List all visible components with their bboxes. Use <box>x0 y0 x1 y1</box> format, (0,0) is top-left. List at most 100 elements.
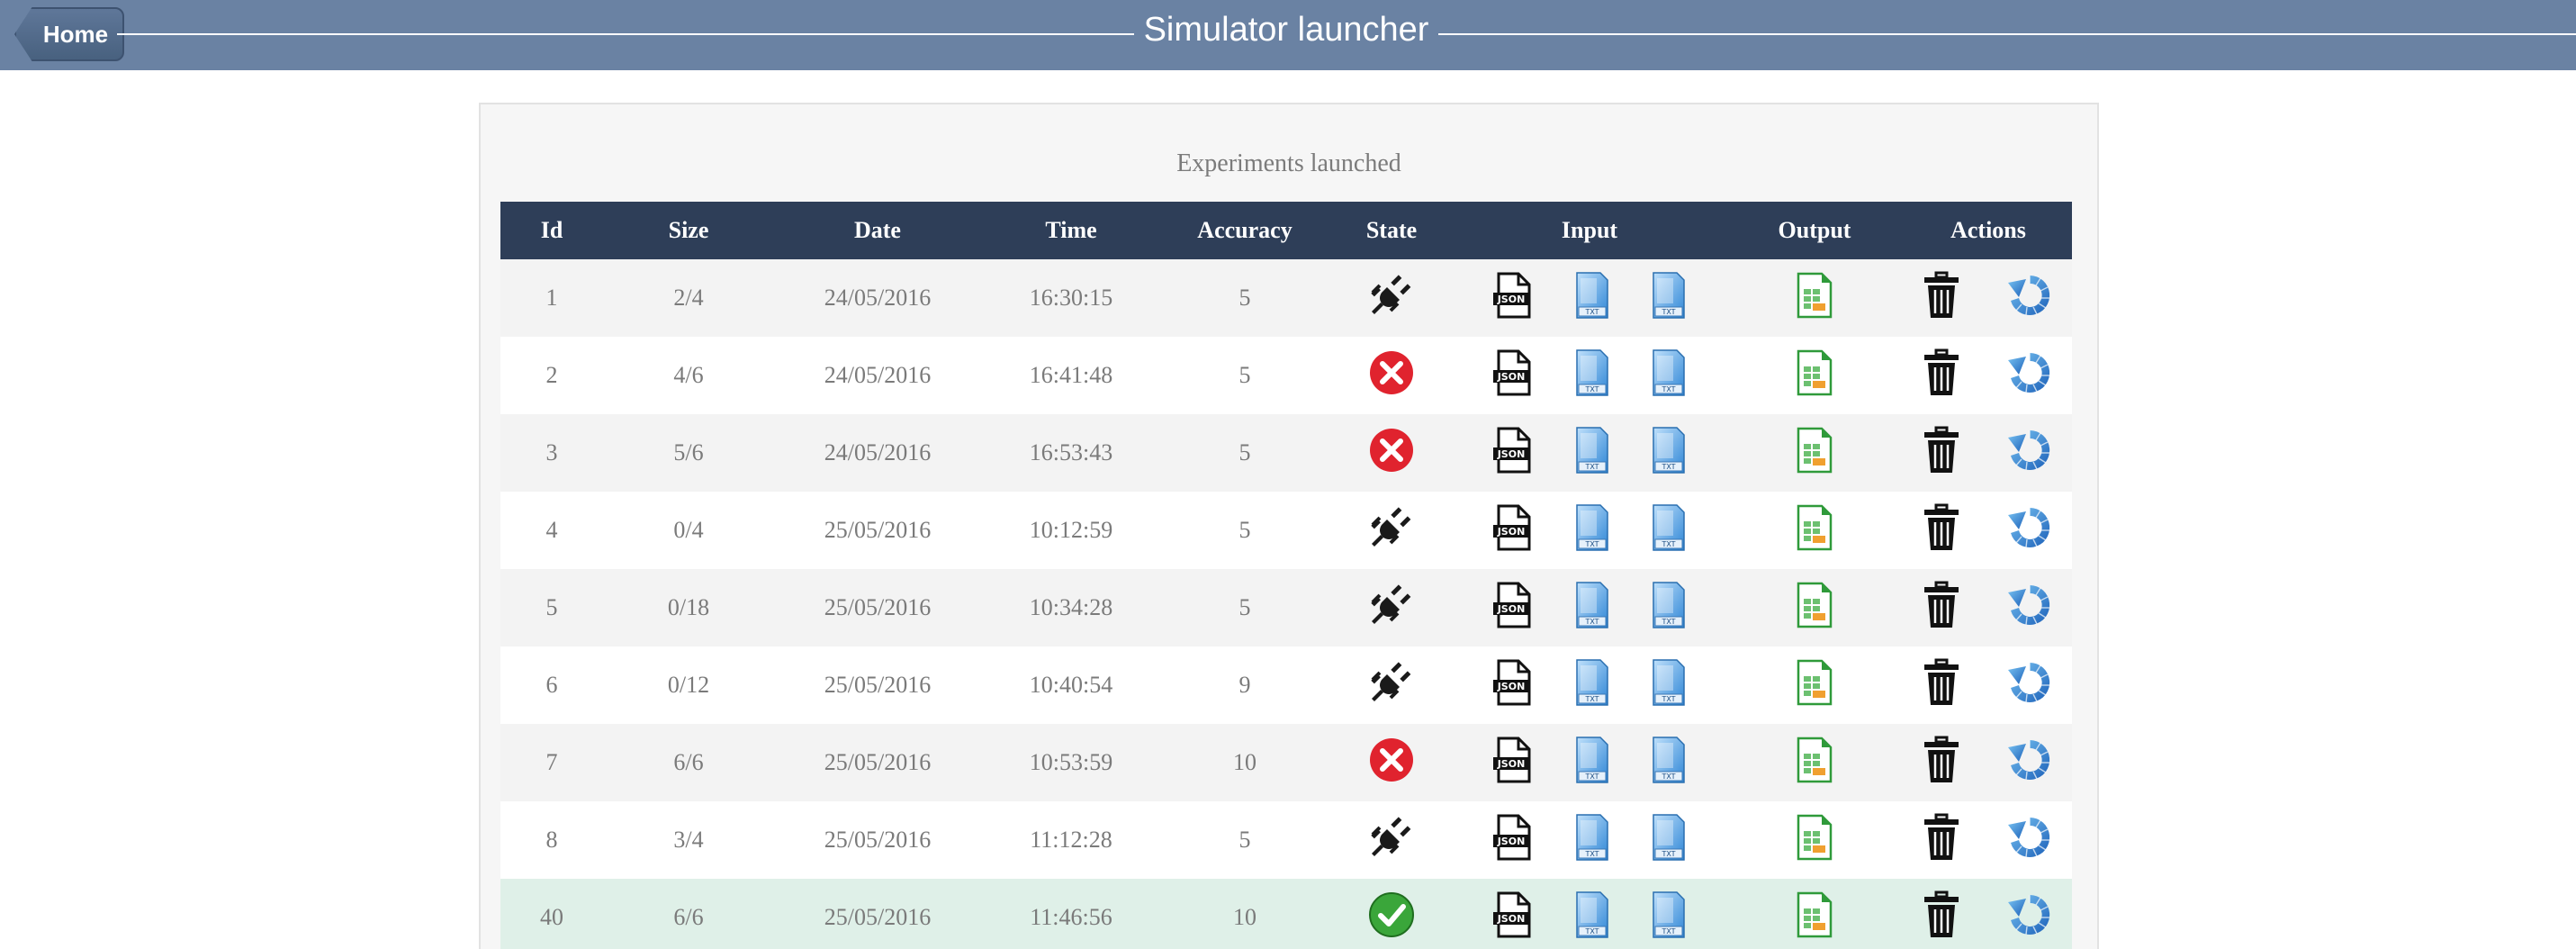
svg-text:TXT: TXT <box>1584 463 1599 471</box>
svg-text:TXT: TXT <box>1661 850 1675 858</box>
txt-file-icon[interactable]: TXT <box>1573 271 1611 326</box>
cell-state <box>1329 646 1455 724</box>
json-file-icon[interactable]: JSON <box>1491 271 1535 326</box>
txt-file-icon[interactable]: TXT <box>1650 348 1688 403</box>
refresh-icon[interactable] <box>2004 425 2055 482</box>
txt-file-icon[interactable]: TXT <box>1573 813 1611 868</box>
table-row: 40 6/6 25/05/2016 11:46:56 10 JSON TXT TXT <box>500 879 2072 949</box>
cell-output <box>1725 414 1905 492</box>
spreadsheet-icon[interactable] <box>1795 581 1834 636</box>
cell-input: JSON TXT TXT <box>1455 569 1725 646</box>
txt-file-icon[interactable]: TXT <box>1650 890 1688 945</box>
json-file-icon[interactable]: JSON <box>1491 503 1535 558</box>
refresh-icon[interactable] <box>2004 735 2055 791</box>
col-header-size: Size <box>603 202 774 259</box>
json-file-icon[interactable]: JSON <box>1491 348 1535 403</box>
svg-text:TXT: TXT <box>1661 540 1675 548</box>
txt-file-icon[interactable]: TXT <box>1573 658 1611 713</box>
txt-file-icon[interactable]: TXT <box>1573 426 1611 481</box>
cell-output <box>1725 724 1905 801</box>
cell-time: 16:41:48 <box>981 337 1161 414</box>
trash-icon[interactable] <box>1922 271 1961 326</box>
cell-accuracy: 9 <box>1161 646 1329 724</box>
refresh-icon[interactable] <box>2004 890 2055 946</box>
cell-date: 25/05/2016 <box>774 646 981 724</box>
txt-file-icon[interactable]: TXT <box>1573 503 1611 558</box>
trash-icon[interactable] <box>1922 890 1961 945</box>
json-file-icon[interactable]: JSON <box>1491 813 1535 868</box>
cell-id: 7 <box>500 724 603 801</box>
txt-file-icon[interactable]: TXT <box>1573 736 1611 791</box>
json-file-icon[interactable]: JSON <box>1491 658 1535 713</box>
trash-icon[interactable] <box>1922 581 1961 636</box>
cell-accuracy: 5 <box>1161 259 1329 337</box>
svg-text:TXT: TXT <box>1584 308 1599 316</box>
error-x-icon <box>1367 426 1416 481</box>
refresh-icon[interactable] <box>2004 348 2055 404</box>
refresh-icon[interactable] <box>2004 812 2055 869</box>
json-file-icon[interactable]: JSON <box>1491 426 1535 481</box>
home-button[interactable]: Home <box>14 7 124 61</box>
cell-accuracy: 5 <box>1161 801 1329 879</box>
cell-size: 6/6 <box>603 879 774 949</box>
txt-file-icon[interactable]: TXT <box>1650 658 1688 713</box>
trash-icon[interactable] <box>1922 813 1961 868</box>
txt-file-icon[interactable]: TXT <box>1650 271 1688 326</box>
cell-accuracy: 5 <box>1161 492 1329 569</box>
cell-size: 0/4 <box>603 492 774 569</box>
table-row: 5 0/18 25/05/2016 10:34:28 5 JSON TXT TXT <box>500 569 2072 646</box>
refresh-icon[interactable] <box>2004 580 2055 637</box>
cell-state <box>1329 569 1455 646</box>
cell-state <box>1329 801 1455 879</box>
trash-icon[interactable] <box>1922 348 1961 403</box>
cell-state <box>1329 879 1455 949</box>
spreadsheet-icon[interactable] <box>1795 426 1834 481</box>
spreadsheet-icon[interactable] <box>1795 503 1834 558</box>
col-header-input: Input <box>1455 202 1725 259</box>
svg-text:TXT: TXT <box>1584 540 1599 548</box>
cell-input: JSON TXT TXT <box>1455 646 1725 724</box>
svg-text:TXT: TXT <box>1584 618 1599 626</box>
spreadsheet-icon[interactable] <box>1795 658 1834 713</box>
cell-state <box>1329 259 1455 337</box>
cell-actions <box>1905 724 2072 801</box>
cell-id: 1 <box>500 259 603 337</box>
txt-file-icon[interactable]: TXT <box>1650 813 1688 868</box>
refresh-icon[interactable] <box>2004 657 2055 714</box>
col-header-output: Output <box>1725 202 1905 259</box>
cell-time: 11:12:28 <box>981 801 1161 879</box>
json-file-icon[interactable]: JSON <box>1491 581 1535 636</box>
cell-id: 4 <box>500 492 603 569</box>
col-header-state: State <box>1329 202 1455 259</box>
txt-file-icon[interactable]: TXT <box>1573 348 1611 403</box>
trash-icon[interactable] <box>1922 658 1961 713</box>
table-row: 4 0/4 25/05/2016 10:12:59 5 JSON TXT TXT <box>500 492 2072 569</box>
spreadsheet-icon[interactable] <box>1795 736 1834 791</box>
refresh-icon[interactable] <box>2004 270 2055 327</box>
spreadsheet-icon[interactable] <box>1795 271 1834 326</box>
svg-text:JSON: JSON <box>1497 758 1526 770</box>
cell-date: 25/05/2016 <box>774 879 981 949</box>
txt-file-icon[interactable]: TXT <box>1650 503 1688 558</box>
txt-file-icon[interactable]: TXT <box>1650 736 1688 791</box>
cell-input: JSON TXT TXT <box>1455 801 1725 879</box>
spreadsheet-icon[interactable] <box>1795 890 1834 945</box>
txt-file-icon[interactable]: TXT <box>1573 890 1611 945</box>
cell-output <box>1725 337 1905 414</box>
txt-file-icon[interactable]: TXT <box>1573 581 1611 636</box>
spreadsheet-icon[interactable] <box>1795 348 1834 403</box>
plug-icon <box>1367 658 1416 713</box>
json-file-icon[interactable]: JSON <box>1491 736 1535 791</box>
json-file-icon[interactable]: JSON <box>1491 890 1535 945</box>
txt-file-icon[interactable]: TXT <box>1650 581 1688 636</box>
spreadsheet-icon[interactable] <box>1795 813 1834 868</box>
cell-size: 4/6 <box>603 337 774 414</box>
trash-icon[interactable] <box>1922 736 1961 791</box>
refresh-icon[interactable] <box>2004 502 2055 559</box>
trash-icon[interactable] <box>1922 503 1961 558</box>
txt-file-icon[interactable]: TXT <box>1650 426 1688 481</box>
svg-text:JSON: JSON <box>1497 526 1526 538</box>
trash-icon[interactable] <box>1922 426 1961 481</box>
cell-id: 3 <box>500 414 603 492</box>
cell-date: 24/05/2016 <box>774 259 981 337</box>
